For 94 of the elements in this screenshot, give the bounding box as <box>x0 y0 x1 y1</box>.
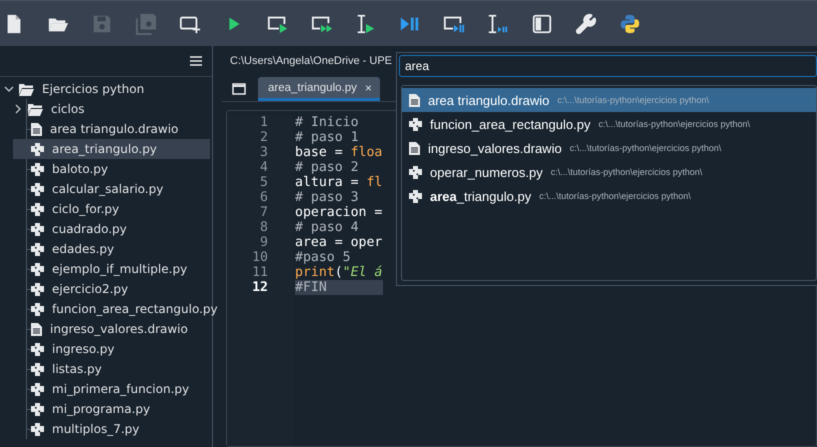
file-tree-item[interactable]: baloto.py <box>13 159 210 179</box>
python-file-icon <box>31 362 44 376</box>
file-tree-item[interactable]: area_triangulo.py <box>13 139 210 159</box>
python-file-icon <box>31 402 44 416</box>
file-name: funcion_area_rectangulo.py <box>430 116 590 132</box>
run-selection-icon <box>355 12 377 34</box>
code-line: print("El á <box>295 265 383 280</box>
line-number: 6 <box>259 190 269 205</box>
folder-icon <box>19 82 34 96</box>
python-file-icon <box>31 342 44 356</box>
code-line: operacion = <box>295 205 383 220</box>
close-tab-button[interactable]: × <box>364 80 372 94</box>
save-all-icon <box>135 12 157 34</box>
file-tree-item[interactable]: ejercicio2.py <box>13 279 210 299</box>
file-location: c:\...\tutorías-python\ejercicios python\ <box>550 167 702 177</box>
code-line: base = floa <box>295 145 383 160</box>
line-number: 10 <box>251 250 269 265</box>
code-line: # Inicio <box>295 115 360 130</box>
python-file-icon <box>31 222 44 236</box>
python-logo-icon <box>619 12 641 34</box>
file-tree-item[interactable]: ingreso.py <box>13 339 210 359</box>
python-file-icon <box>31 202 44 216</box>
code-line: # paso 1 <box>295 130 360 145</box>
file-tree-item[interactable]: Ejercicios python <box>0 79 210 99</box>
folder-icon <box>28 102 43 116</box>
python-file-icon <box>31 282 44 296</box>
python-file-icon <box>31 422 44 436</box>
file-location: c:\...\tutorías-python\ejercicios python\ <box>570 143 722 153</box>
file-name: operar_numeros.py <box>430 164 543 180</box>
file-name: area_triangulo.py <box>430 188 532 204</box>
file-name: ingreso_valores.drawio <box>428 140 562 156</box>
document-icon <box>409 142 420 154</box>
search-field[interactable]: area <box>399 55 817 77</box>
file-tree-item[interactable]: ejemplo_if_multiple.py <box>13 259 210 279</box>
python-file-icon <box>409 166 422 178</box>
line-number: 8 <box>259 220 269 235</box>
file-name: area triangulo.drawio <box>428 92 550 108</box>
file-tree-item[interactable]: funcion_area_rectangulo.py <box>13 299 218 319</box>
chevron-down-icon[interactable] <box>4 84 14 94</box>
python-file-icon <box>31 302 44 316</box>
line-number: 11 <box>251 265 269 280</box>
file-switcher-item[interactable]: ingreso_valores.drawio c:\...\tutorías-python\ejercicios python\ <box>402 136 816 160</box>
document-icon <box>409 94 420 106</box>
python-file-icon <box>31 262 44 276</box>
file-tree-item[interactable]: ciclo_for.py <box>13 199 210 219</box>
file-location: c:\...\tutorías-python\ejercicios python\ <box>598 119 750 129</box>
document-icon <box>31 322 42 336</box>
code-line: area = oper <box>295 235 383 250</box>
python-file-icon <box>31 182 44 196</box>
file-switcher-item[interactable]: funcion_area_rectangulo.py c:\...\tutorías-python\ejercicios python\ <box>402 112 816 136</box>
file-tree-item[interactable]: listas.py <box>13 359 210 379</box>
line-number: 2 <box>259 130 269 145</box>
debug-selection-icon <box>487 12 509 34</box>
wrench-icon <box>575 12 597 34</box>
file-tree-item[interactable]: multiplos_7.py <box>13 419 210 439</box>
window-icon[interactable] <box>232 82 246 94</box>
code-line: # paso 4 <box>295 220 360 235</box>
toolbar-button[interactable] <box>574 12 598 36</box>
python-file-icon <box>31 382 44 396</box>
file-tree-item[interactable]: area triangulo.drawio <box>13 119 210 139</box>
file-tree-item[interactable]: mi_programa.py <box>13 399 210 419</box>
line-number: 9 <box>259 235 269 250</box>
file-tree-item[interactable]: ingreso_valores.drawio <box>13 319 210 339</box>
pane-icon <box>531 12 553 34</box>
line-number: 7 <box>259 205 269 220</box>
file-switcher-item[interactable]: area_triangulo.py c:\...\tutorías-python\ejercicios python\ <box>402 184 816 208</box>
line-number: 12 <box>251 280 269 295</box>
file-tree-item[interactable]: cuadrado.py <box>13 219 210 239</box>
python-file-icon <box>31 242 44 256</box>
line-number: 3 <box>259 145 269 160</box>
code-line: # paso 3 <box>295 190 360 205</box>
python-file-icon <box>409 118 422 130</box>
code-line: #paso 5 <box>295 250 352 265</box>
chevron-right-icon[interactable] <box>13 104 23 114</box>
file-location: c:\...\tutorías-python\ejercicios python\ <box>539 191 691 201</box>
file-tree-item[interactable]: ciclos <box>13 99 210 119</box>
line-number: 4 <box>259 160 269 175</box>
menu-icon[interactable] <box>190 56 202 66</box>
file-switcher-item[interactable]: area triangulo.drawio c:\...\tutorías-python\ejercicios python\ <box>402 88 816 112</box>
code-line: altura = fl <box>295 175 383 190</box>
file-switcher-item[interactable]: operar_numeros.py c:\...\tutorías-python\ejercicios python\ <box>402 160 816 184</box>
python-file-icon <box>409 190 422 202</box>
code-line: # paso 2 <box>295 160 360 175</box>
document-icon <box>31 122 42 136</box>
editor-tab[interactable]: area_triangulo.py × <box>258 77 380 101</box>
python-file-icon <box>31 162 44 176</box>
file-tree-item[interactable]: mi_primera_funcion.py <box>13 379 210 399</box>
file-tree-item[interactable]: edades.py <box>13 239 210 259</box>
python-file-icon <box>31 142 44 156</box>
file-path: C:\Users\Angela\OneDrive - UPE <box>230 55 392 67</box>
line-number: 5 <box>259 175 269 190</box>
line-number: 1 <box>259 115 269 130</box>
file-location: c:\...\tutorías-python\ejercicios python\ <box>557 95 709 105</box>
file-tree-item[interactable]: calcular_salario.py <box>13 179 210 199</box>
